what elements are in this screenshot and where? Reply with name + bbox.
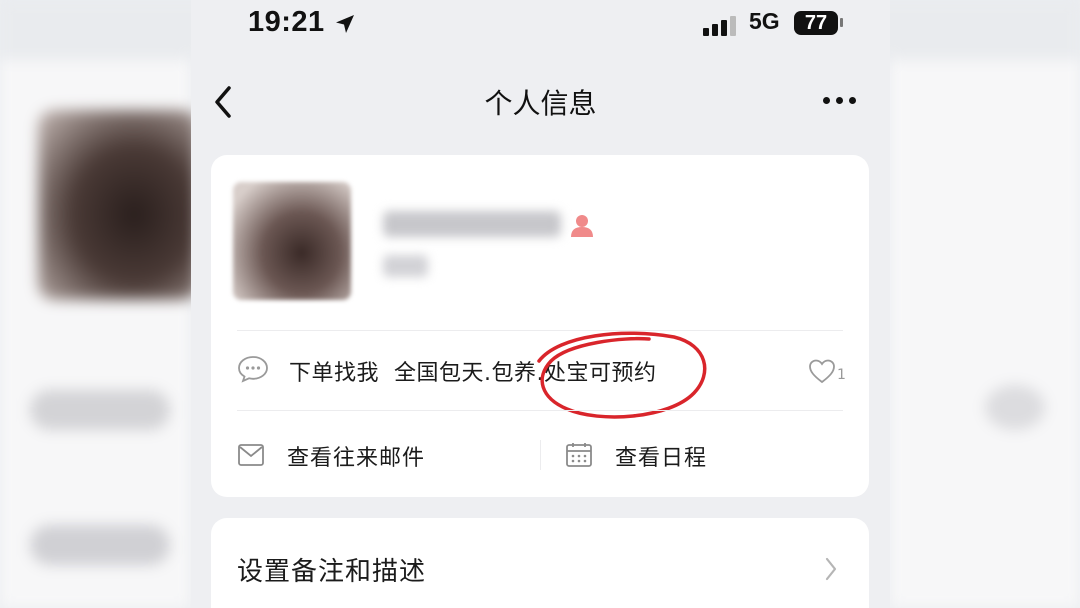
view-mail-label: 查看往来邮件 (287, 446, 426, 471)
female-gender-icon (571, 215, 593, 237)
view-schedule-label: 查看日程 (615, 446, 708, 471)
avatar[interactable] (233, 182, 351, 300)
chevron-right-icon (825, 557, 837, 581)
blurred-nickname (383, 211, 561, 237)
blurred-subtitle (383, 255, 428, 277)
network-type: 5G (749, 8, 780, 34)
speech-bubble-icon (238, 356, 268, 383)
bg-row (30, 390, 170, 430)
status-time: 19:21 (248, 6, 325, 38)
battery-nub (840, 18, 843, 27)
battery-icon: 77 (794, 11, 838, 35)
like-count: 1 (837, 367, 846, 383)
nav-bar: 个人信息 (191, 72, 890, 132)
bg-icon (985, 385, 1045, 430)
location-arrow-icon (336, 15, 354, 33)
status-bar: 19:21 5G 77 (191, 0, 890, 48)
separator (540, 440, 541, 470)
mail-icon (238, 444, 264, 466)
profile-card: 下单找我 全国包天.包养.处宝可预约 1 查看往来邮件 查看日程 (211, 155, 869, 497)
page-title: 个人信息 (484, 87, 597, 120)
remark-settings-row[interactable]: 设置备注和描述 (211, 518, 869, 608)
bg-photo (38, 110, 198, 300)
phone-screen: 19:21 5G 77 个人信息 下单找我 全国包天.包养.处宝可预约 1 查看… (191, 0, 890, 608)
calendar-icon (566, 443, 592, 467)
bg-right-panel (890, 60, 1080, 608)
bg-row (30, 525, 170, 565)
heart-icon[interactable] (808, 358, 836, 384)
more-options-icon[interactable] (821, 94, 861, 108)
signal-icon (703, 14, 737, 36)
remark-settings-label: 设置备注和描述 (237, 557, 427, 587)
divider (237, 410, 843, 411)
